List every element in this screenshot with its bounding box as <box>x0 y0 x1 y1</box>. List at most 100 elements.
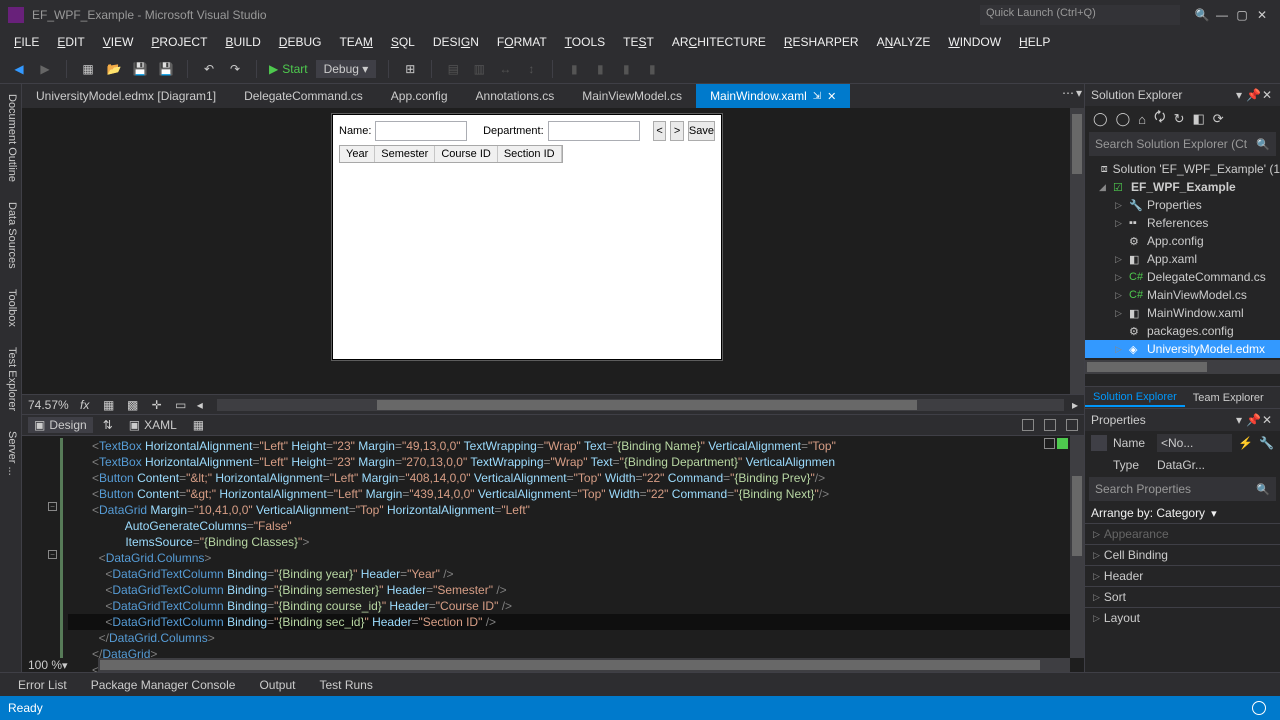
se-collapse-icon[interactable]: ◧ <box>1193 111 1205 127</box>
xaml-code-editor[interactable]: − − <TextBox HorizontalAlignment="Left" … <box>22 436 1084 672</box>
xaml-pane-button[interactable]: ▣ XAML <box>123 417 183 433</box>
tree-delegatecommand[interactable]: ▷C#DelegateCommand.cs <box>1085 268 1280 286</box>
tab-test-runs[interactable]: Test Runs <box>309 676 382 694</box>
maximize-icon[interactable]: ▢ <box>1232 8 1252 22</box>
code-lines[interactable]: <TextBox HorizontalAlignment="Left" Heig… <box>72 438 1070 672</box>
cat-sort[interactable]: ▷Sort <box>1085 586 1280 607</box>
tab-appconfig[interactable]: App.config <box>377 84 462 108</box>
tab-error-list[interactable]: Error List <box>8 676 77 694</box>
prev-button[interactable]: < <box>653 121 667 141</box>
solution-tree[interactable]: ⧈Solution 'EF_WPF_Example' (1 ◢☑EF_WPF_E… <box>1085 160 1280 386</box>
col-year[interactable]: Year <box>340 146 375 162</box>
menu-edit[interactable]: EDIT <box>49 33 92 51</box>
tab-package-manager[interactable]: Package Manager Console <box>81 676 246 694</box>
track-changes-icon[interactable] <box>1044 438 1055 449</box>
tree-mainviewmodel[interactable]: ▷C#MainViewModel.cs <box>1085 286 1280 304</box>
tab-mainwindow[interactable]: MainWindow.xaml⇲✕ <box>696 84 850 108</box>
menu-architecture[interactable]: ARCHITECTURE <box>664 33 774 51</box>
se-showall-icon[interactable]: ⟳ <box>1213 111 1224 127</box>
search-icon[interactable]: 🔍 <box>1192 8 1212 22</box>
tree-appxaml[interactable]: ▷◧App.xaml <box>1085 250 1280 268</box>
col-sectionid[interactable]: Section ID <box>498 146 562 162</box>
snap-icon[interactable]: ▩ <box>125 397 141 413</box>
menu-test[interactable]: TEST <box>615 33 662 51</box>
arrange-by[interactable]: Arrange by: Category ▾ <box>1085 503 1280 523</box>
order2-icon[interactable]: ▮ <box>591 60 609 78</box>
col-semester[interactable]: Semester <box>375 146 435 162</box>
nav-fwd-icon[interactable]: ▶ <box>36 60 54 78</box>
subtab-solution-explorer[interactable]: Solution Explorer <box>1085 389 1185 407</box>
align2-icon[interactable]: ▥ <box>470 60 488 78</box>
se-fwd-icon[interactable]: ◯ <box>1116 111 1131 127</box>
toggle-icon[interactable]: ▭ <box>173 397 189 413</box>
design-canvas[interactable]: Name: Department: < > Save Year Semester… <box>332 114 722 360</box>
nav-back-icon[interactable]: ◀ <box>10 60 28 78</box>
tab-close-icon[interactable]: ✕ <box>827 90 836 103</box>
designer-vscroll[interactable] <box>1070 108 1084 394</box>
menu-sql[interactable]: SQL <box>383 33 423 51</box>
undo-icon[interactable]: ↶ <box>200 60 218 78</box>
tab-mainviewmodel[interactable]: MainViewModel.cs <box>568 84 696 108</box>
menu-file[interactable]: FILE <box>6 33 47 51</box>
redo-icon[interactable]: ↷ <box>226 60 244 78</box>
se-refresh-icon[interactable]: ↻ <box>1174 111 1185 127</box>
fold-icon[interactable]: − <box>48 502 57 511</box>
cat-layout[interactable]: ▷Layout <box>1085 607 1280 628</box>
order3-icon[interactable]: ▮ <box>617 60 635 78</box>
col-courseid[interactable]: Course ID <box>435 146 498 162</box>
xaml-dropdown-icon[interactable]: ▦ <box>193 418 204 432</box>
tree-project[interactable]: ◢☑EF_WPF_Example <box>1085 178 1280 196</box>
new-project-icon[interactable]: ▦ <box>79 60 97 78</box>
tab-delegatecommand[interactable]: DelegateCommand.cs <box>230 84 377 108</box>
rail-document-outline[interactable]: Document Outline <box>0 84 21 192</box>
se-back-icon[interactable]: ◯ <box>1093 111 1108 127</box>
snapline-icon[interactable]: ✛ <box>149 397 165 413</box>
align3-icon[interactable]: ↔ <box>496 60 514 78</box>
open-file-icon[interactable]: 📂 <box>105 60 123 78</box>
tab-output[interactable]: Output <box>249 676 305 694</box>
tool-icon[interactable]: ⊞ <box>401 60 419 78</box>
rail-data-sources[interactable]: Data Sources <box>0 192 21 279</box>
close-icon[interactable]: ✕ <box>1252 8 1272 22</box>
scroll-right-icon[interactable]: ▸ <box>1072 398 1078 412</box>
designer-hscroll[interactable] <box>217 399 1064 411</box>
menu-design[interactable]: DESIGN <box>425 33 487 51</box>
menu-help[interactable]: HELP <box>1011 33 1058 51</box>
menu-build[interactable]: BUILD <box>217 33 268 51</box>
tabs-overflow-icon[interactable]: ⋯ <box>1062 86 1074 100</box>
subtab-team-explorer[interactable]: Team Explorer <box>1185 390 1272 406</box>
align4-icon[interactable]: ↕ <box>522 60 540 78</box>
prop-name-value[interactable]: <No... <box>1157 434 1232 452</box>
events-icon[interactable]: ⚡ <box>1238 436 1253 450</box>
align-icon[interactable]: ▤ <box>444 60 462 78</box>
quick-launch-input[interactable]: Quick Launch (Ctrl+Q) <box>980 5 1180 25</box>
menu-debug[interactable]: DEBUG <box>271 33 330 51</box>
pin-icon[interactable]: ⇲ <box>813 91 821 102</box>
feedback-icon[interactable] <box>1252 701 1266 715</box>
swap-panes-icon[interactable]: ⇅ <box>103 418 113 432</box>
panel-menu-icon[interactable]: ▾ <box>1232 88 1246 102</box>
name-input[interactable] <box>375 121 467 141</box>
next-button[interactable]: > <box>670 121 684 141</box>
tab-annotations[interactable]: Annotations.cs <box>462 84 569 108</box>
cat-appearance[interactable]: ▷Appearance <box>1085 523 1280 544</box>
split-horiz-icon[interactable] <box>1044 419 1056 431</box>
tree-universitymodel[interactable]: ▷◈UniversityModel.edmx <box>1085 340 1280 358</box>
rail-test-explorer[interactable]: Test Explorer <box>0 337 21 421</box>
props-menu-icon[interactable]: ▾ <box>1232 413 1246 427</box>
menu-tools[interactable]: TOOLS <box>557 33 613 51</box>
save-icon[interactable]: 💾 <box>131 60 149 78</box>
props-search-input[interactable]: Search Properties🔍 <box>1089 477 1276 501</box>
save-button[interactable]: Save <box>688 121 715 141</box>
tree-properties[interactable]: ▷🔧Properties <box>1085 196 1280 214</box>
code-vscroll[interactable] <box>1070 436 1084 658</box>
cat-header[interactable]: ▷Header <box>1085 565 1280 586</box>
tabs-dropdown-icon[interactable]: ▾ <box>1076 86 1082 100</box>
se-search-input[interactable]: Search Solution Explorer (Ct🔍 <box>1089 132 1276 156</box>
zoom-value[interactable]: 74.57% <box>28 398 69 412</box>
menu-analyze[interactable]: ANALYZE <box>869 33 939 51</box>
save-all-icon[interactable]: 💾 <box>157 60 175 78</box>
tree-references[interactable]: ▷▪▪References <box>1085 214 1280 232</box>
code-zoom[interactable]: 100 % ▾ <box>28 658 68 672</box>
wrench-icon[interactable] <box>1091 435 1107 451</box>
